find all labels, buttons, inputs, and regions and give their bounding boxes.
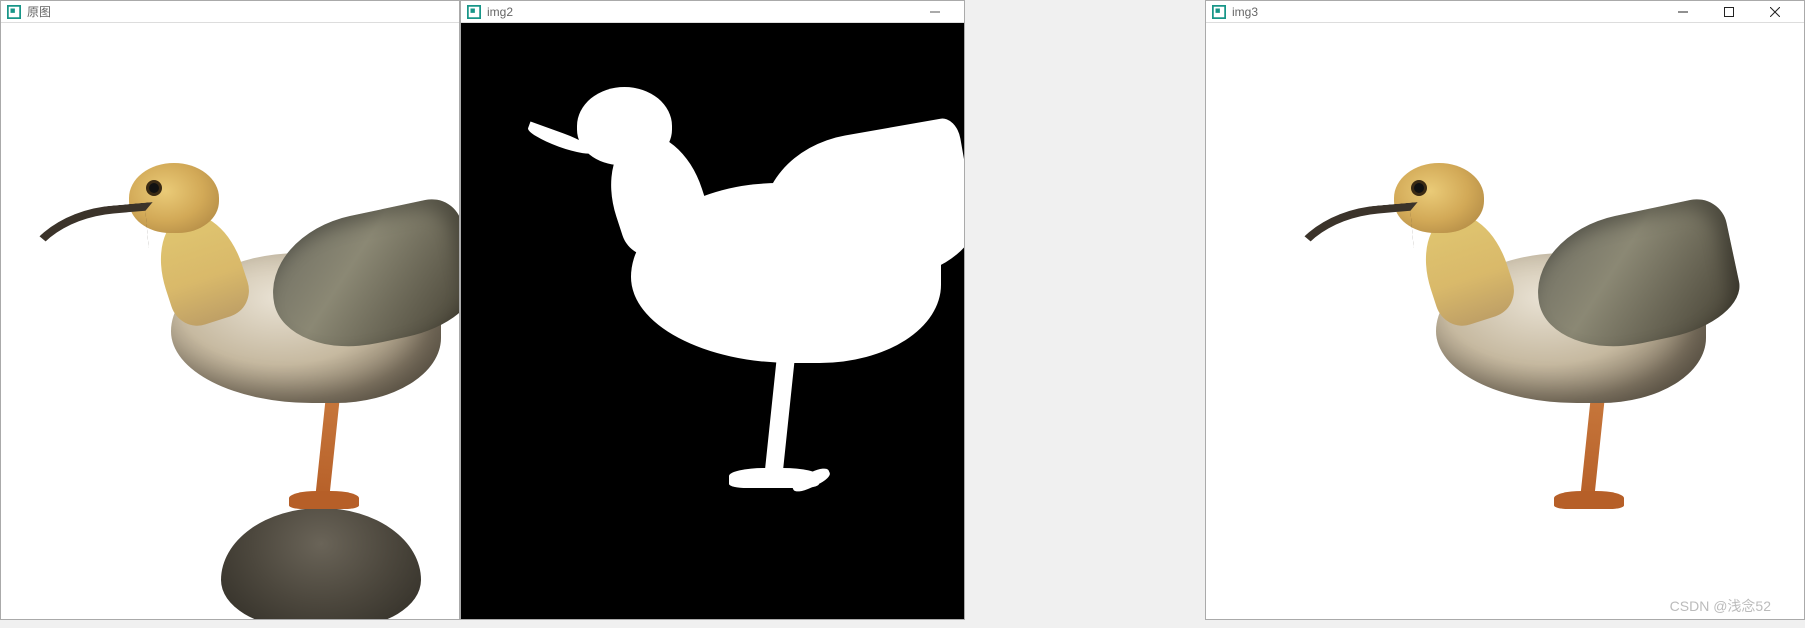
window-title: img3 [1232, 5, 1660, 19]
window-title: 原图 [27, 3, 453, 20]
window-img3: img3 [1205, 0, 1805, 620]
mask-image [461, 23, 964, 619]
maximize-button[interactable] [1706, 1, 1752, 23]
original-image [1, 23, 459, 619]
minimize-button[interactable] [912, 1, 958, 23]
bird-extracted [1286, 113, 1726, 533]
close-button[interactable] [1752, 1, 1798, 23]
app-icon [7, 5, 21, 19]
image-viewport [461, 23, 964, 619]
minimize-button[interactable] [1660, 1, 1706, 23]
window-title: img2 [487, 5, 912, 19]
bird-photo [21, 113, 459, 533]
titlebar[interactable]: img2 [461, 1, 964, 23]
window-controls [1660, 1, 1798, 23]
result-image [1206, 23, 1804, 619]
image-viewport [1, 23, 459, 619]
window-original: 原图 [0, 0, 460, 620]
window-controls [912, 1, 958, 23]
app-icon [1212, 5, 1226, 19]
watermark: CSDN @浅念52 [1666, 594, 1775, 618]
app-icon [467, 5, 481, 19]
titlebar[interactable]: 原图 [1, 1, 459, 23]
titlebar[interactable]: img3 [1206, 1, 1804, 23]
image-viewport [1206, 23, 1804, 619]
window-img2: img2 [460, 0, 965, 620]
